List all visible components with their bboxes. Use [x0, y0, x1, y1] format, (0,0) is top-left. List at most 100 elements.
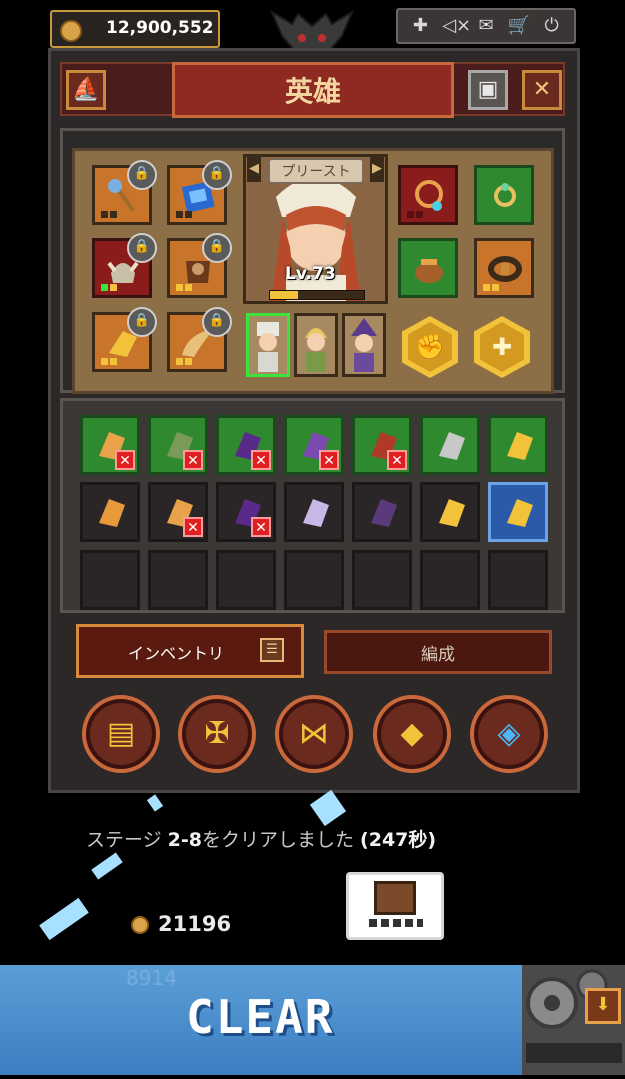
cross-icon: ✠ — [204, 716, 230, 751]
inventory-slot[interactable] — [488, 482, 548, 542]
inventory-slot[interactable] — [420, 550, 480, 610]
equip-slot-necklace[interactable] — [398, 165, 458, 225]
back-button[interactable]: ⛵ — [66, 70, 106, 110]
inventory-slot[interactable]: ✕ — [148, 482, 208, 542]
equip-slot-boots[interactable]: 🔒 — [167, 307, 232, 372]
chest-button[interactable]: ▤ — [82, 695, 160, 773]
inventory-slot[interactable] — [284, 550, 344, 610]
rarity-pips — [101, 284, 117, 291]
remove-icon[interactable]: ✕ — [387, 450, 407, 470]
hero-select-witch[interactable] — [342, 313, 386, 377]
prev-hero-button[interactable]: ◀ — [247, 156, 261, 182]
download-button[interactable]: ⬇ — [585, 988, 621, 1024]
inventory-slot[interactable] — [352, 482, 412, 542]
box-button[interactable]: ◆ — [373, 695, 451, 773]
stage-number: 2-8 — [167, 829, 202, 851]
equip-slot-book[interactable]: 🔒 — [167, 160, 232, 225]
system-toolbar: ✚ ◁× ✉ 🛒 ⏻ — [396, 8, 576, 44]
page-title: 英雄 — [284, 75, 341, 108]
hero-select-priest[interactable] — [246, 313, 290, 377]
inventory-slot[interactable] — [148, 550, 208, 610]
banner-ghost-number: 8914 — [126, 966, 177, 990]
inventory-slot[interactable]: ✕ — [284, 415, 344, 475]
inventory-slot[interactable] — [80, 482, 140, 542]
pouch-icon — [415, 259, 443, 283]
inventory-menu-icon[interactable]: ☰ — [260, 638, 284, 662]
equip-slot-trinket[interactable] — [398, 238, 458, 298]
remove-icon[interactable]: ✕ — [319, 450, 339, 470]
inventory-slot[interactable]: ✕ — [216, 415, 276, 475]
inventory-slot[interactable]: ✕ — [352, 415, 412, 475]
rarity-pips — [407, 211, 423, 218]
lock-icon: 🔒 — [127, 160, 157, 190]
ice-shard — [39, 897, 89, 941]
gold-bar-icon — [507, 499, 533, 527]
rarity-pips — [176, 284, 192, 291]
remove-icon[interactable]: ✕ — [115, 450, 135, 470]
amber-gem-icon — [99, 499, 125, 527]
inventory-slot[interactable] — [420, 415, 480, 475]
remove-icon[interactable]: ✕ — [251, 450, 271, 470]
inventory-slot[interactable] — [80, 550, 140, 610]
reward-chest[interactable] — [346, 872, 444, 940]
frame-button[interactable]: ▣ — [468, 70, 508, 110]
box-icon: ◆ — [400, 716, 424, 751]
hero-xp-bar — [269, 290, 365, 300]
gold-amount: 12,900,552 — [106, 18, 214, 38]
hero-class-label: プリースト — [268, 158, 364, 184]
treasure-chest-icon — [374, 881, 416, 915]
hero-skill-fist[interactable]: ✊ — [402, 316, 458, 378]
inventory-slot[interactable]: ✕ — [80, 415, 140, 475]
inventory-slot[interactable] — [216, 550, 276, 610]
rarity-pips — [101, 211, 117, 218]
inventory-slot[interactable] — [352, 550, 412, 610]
equip-slot-armor[interactable]: 🔒 — [167, 233, 232, 298]
chest-icon: ▤ — [106, 716, 136, 751]
cross-button[interactable]: ✠ — [178, 695, 256, 773]
belt-icon — [488, 256, 522, 282]
inventory-slot[interactable]: ✕ — [216, 482, 276, 542]
rarity-pips — [176, 211, 192, 218]
coin-icon — [131, 916, 149, 934]
inventory-slot[interactable] — [488, 550, 548, 610]
equip-slot-weapon[interactable]: 🔒 — [92, 160, 157, 225]
chest-progress — [369, 919, 423, 927]
necklace-icon — [415, 180, 443, 211]
remove-icon[interactable]: ✕ — [183, 450, 203, 470]
remove-icon[interactable]: ✕ — [251, 517, 271, 537]
inventory-slot[interactable] — [488, 415, 548, 475]
inventory-slot[interactable] — [420, 482, 480, 542]
crystal-button[interactable]: ◈ — [470, 695, 548, 773]
ice-shard — [309, 789, 347, 827]
mute-icon[interactable]: ◁× — [442, 16, 471, 36]
remove-icon[interactable]: ✕ — [183, 517, 203, 537]
ranger-chibi-icon — [305, 328, 327, 372]
equip-slot-belt[interactable] — [474, 238, 534, 298]
close-button[interactable]: ✕ — [522, 70, 562, 110]
mail-icon[interactable]: ✉ — [475, 16, 497, 36]
inventory-slot[interactable] — [284, 482, 344, 542]
stage-prefix: ステージ — [86, 829, 168, 851]
next-hero-button[interactable]: ▶ — [370, 156, 384, 182]
hero-skill-heal[interactable]: ✚ — [474, 316, 530, 378]
inventory-slot[interactable]: ✕ — [148, 415, 208, 475]
equip-slot-helmet[interactable]: 🔒 — [92, 233, 157, 298]
priest-chibi-icon — [257, 322, 279, 372]
ice-shard — [91, 852, 123, 880]
reward-gold: 21196 — [158, 912, 232, 936]
gold-gauntlet-icon — [507, 432, 533, 460]
lock-icon: 🔒 — [127, 307, 157, 337]
dark-armor-icon — [371, 499, 397, 527]
power-icon[interactable]: ⏻ — [541, 16, 563, 36]
equip-slot-gloves[interactable]: 🔒 — [92, 307, 157, 372]
add-icon[interactable]: ✚ — [409, 16, 431, 36]
equip-slot-ring[interactable] — [474, 165, 534, 225]
witch-chibi-icon — [351, 318, 377, 372]
lock-icon: 🔒 — [127, 233, 157, 263]
emblem-button[interactable]: ⋈ — [275, 695, 353, 773]
hero-xp-fill — [270, 291, 299, 299]
hero-select-ranger[interactable] — [294, 313, 338, 377]
lock-icon: 🔒 — [202, 233, 232, 263]
cart-icon[interactable]: 🛒 — [508, 16, 530, 36]
stage-clear-message: ステージ 2-8をクリアしました (247秒) — [86, 825, 436, 852]
